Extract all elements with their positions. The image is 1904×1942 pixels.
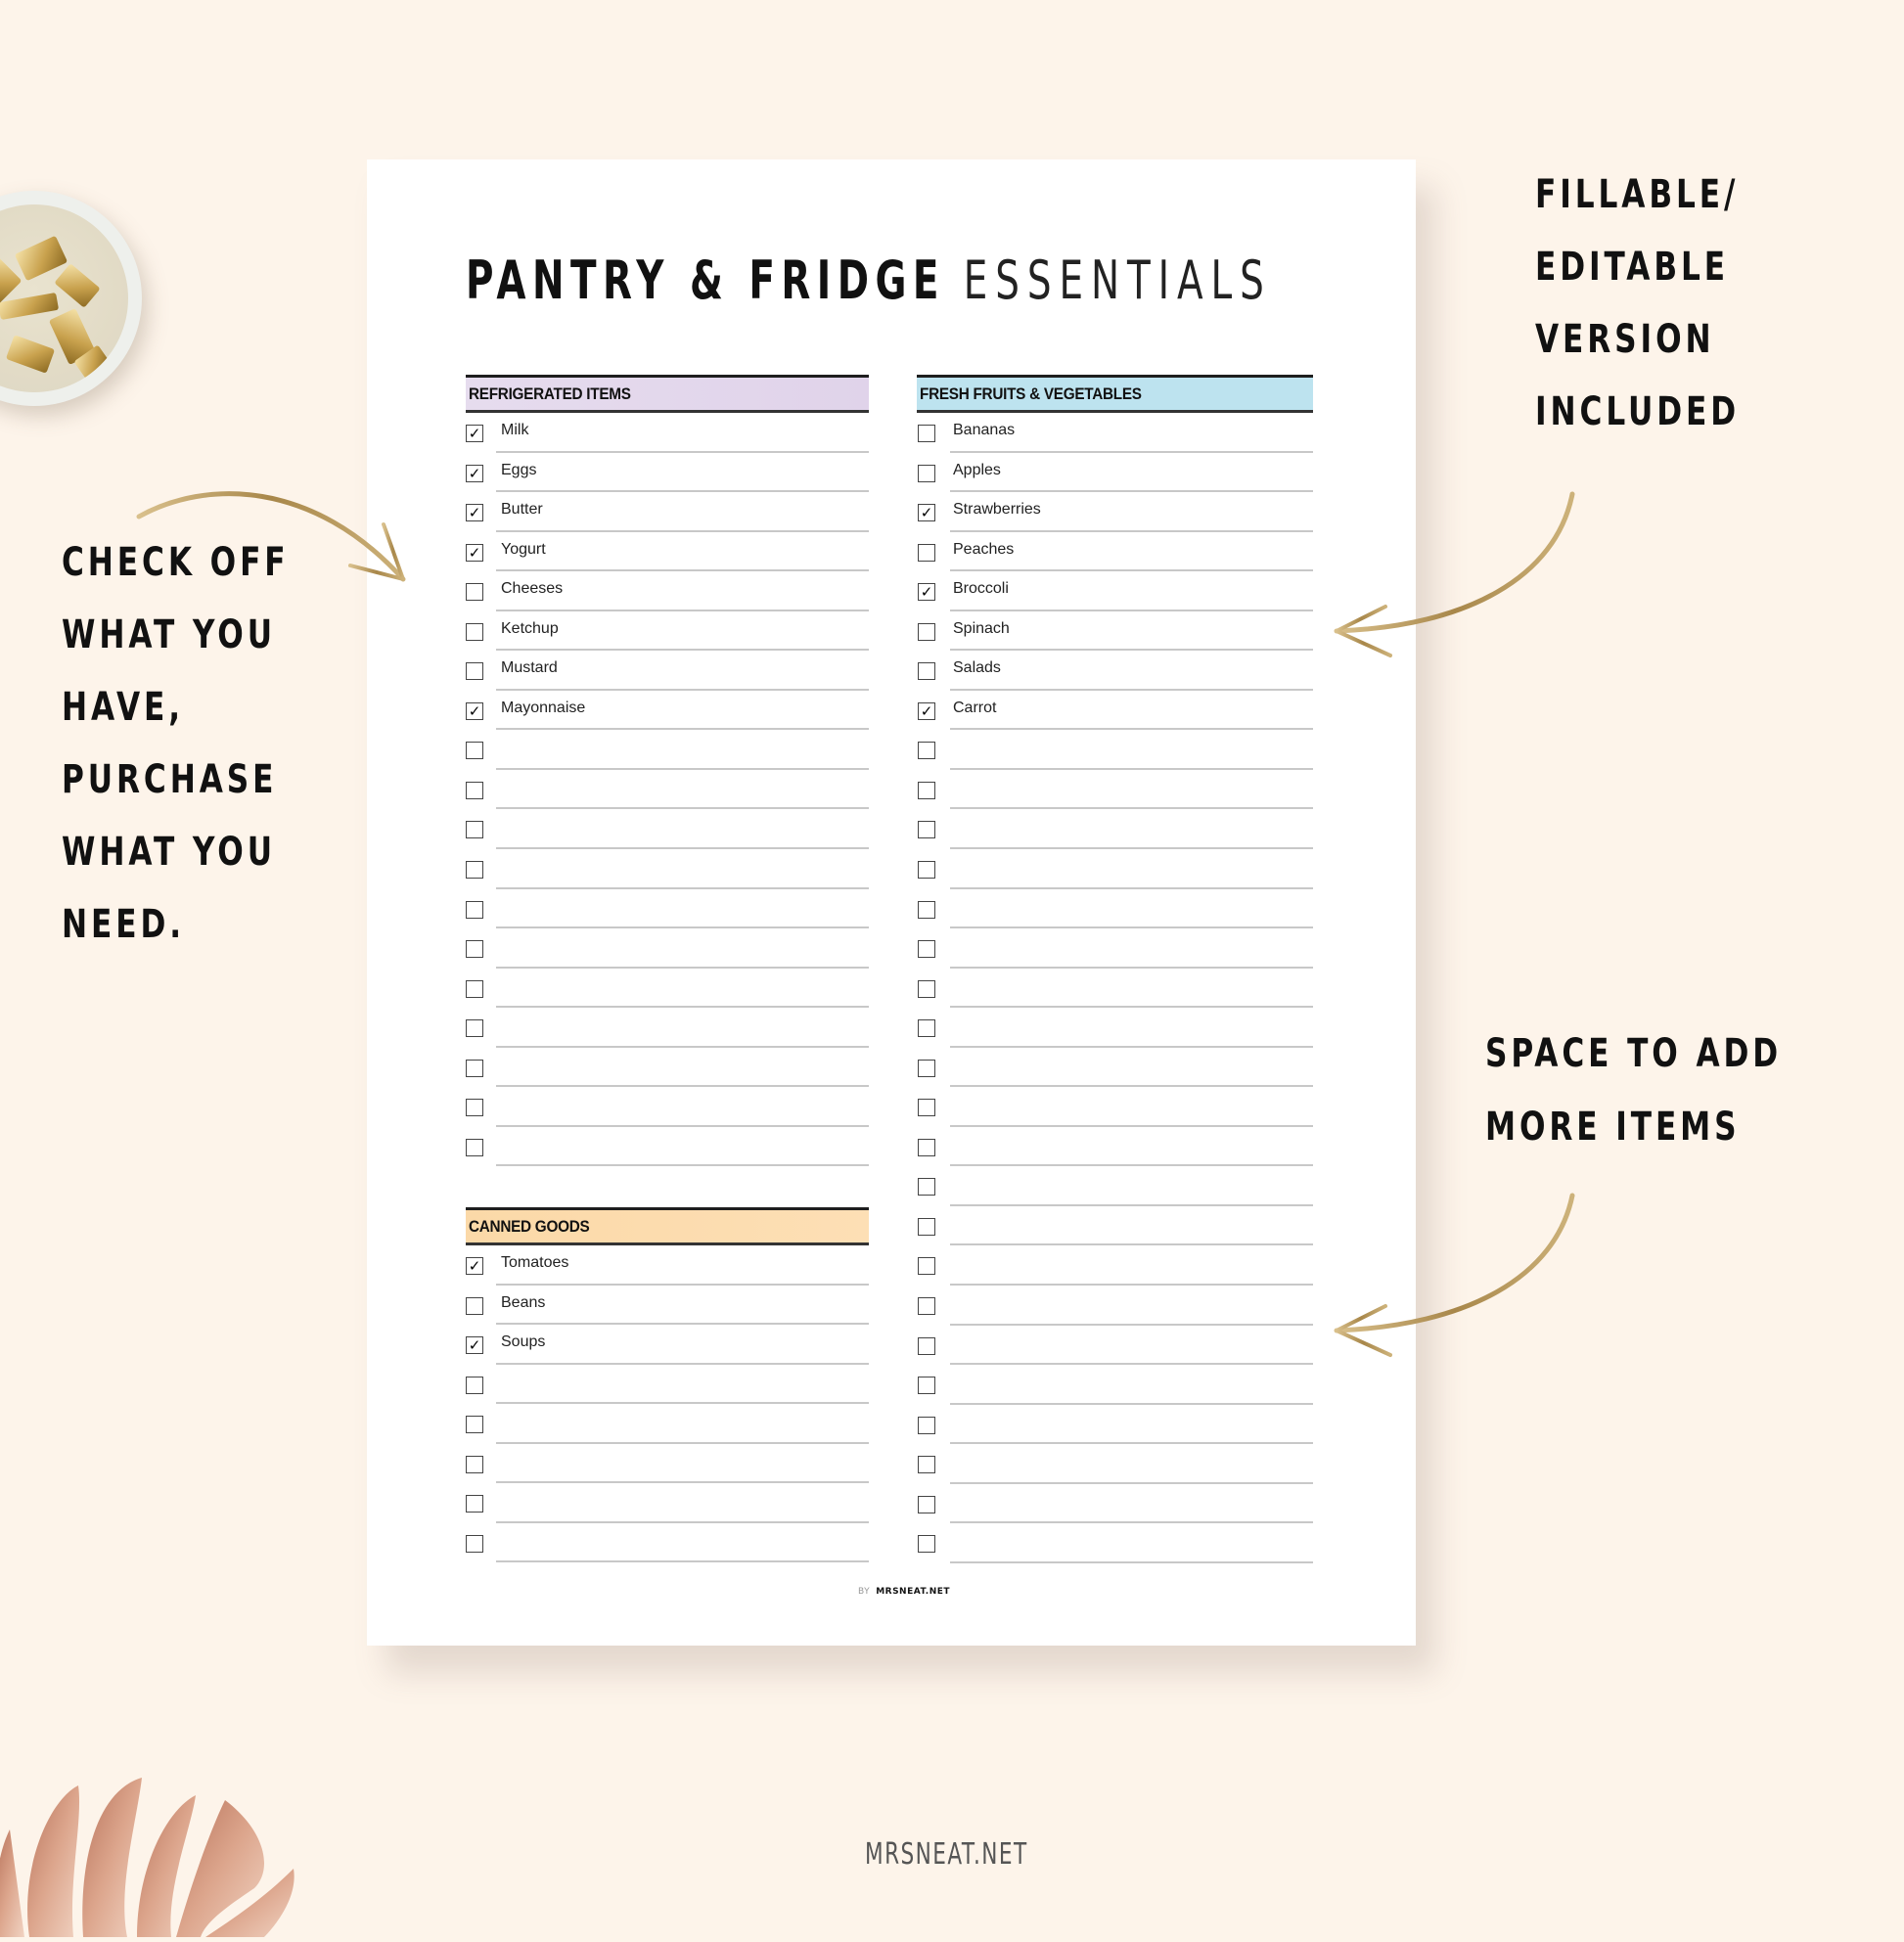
gold-arrows [136,491,1575,1357]
right-bottom-arrow-icon [1334,1193,1575,1357]
right-top-arrow-icon [1334,491,1575,657]
left-arrow-icon [136,491,406,582]
brand-website: MRSNEAT.NET [865,1837,1028,1872]
